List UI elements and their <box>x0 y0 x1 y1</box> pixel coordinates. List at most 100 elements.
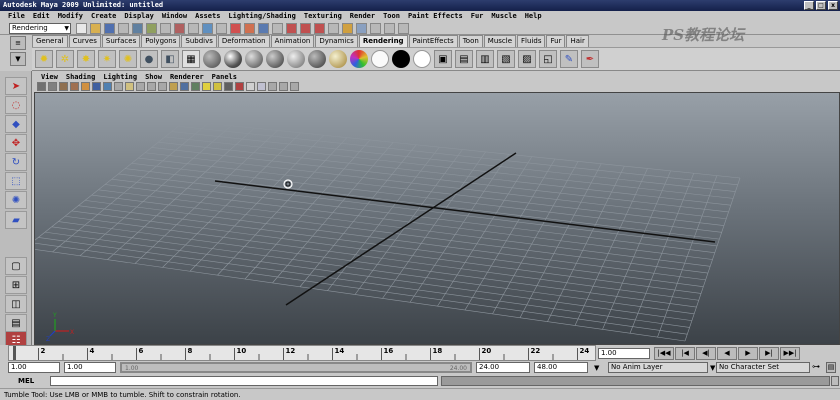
menu-create[interactable]: Create <box>87 11 120 22</box>
menu-modify[interactable]: Modify <box>54 11 87 22</box>
shader-assign-icon[interactable]: ✎ <box>560 50 578 68</box>
shelf-menu-icon[interactable]: ▼ <box>10 52 26 66</box>
lasso-tool-icon[interactable]: ◌ <box>5 96 27 114</box>
lock-icon[interactable] <box>342 23 353 34</box>
rainbow-sphere-icon[interactable] <box>350 50 368 68</box>
tab-muscle[interactable]: Muscle <box>483 35 517 47</box>
panel-menu-panels[interactable]: Panels <box>208 72 241 82</box>
character-set-dropdown[interactable]: No Character Set <box>716 362 810 373</box>
light-link-icon[interactable]: ◱ <box>539 50 557 68</box>
close-button[interactable]: x <box>828 1 838 10</box>
render-layer-icon[interactable]: ▨ <box>518 50 536 68</box>
range-slider[interactable]: 1.00 24.00 <box>120 362 472 373</box>
smooth-shade-icon[interactable] <box>169 82 178 91</box>
image-plane-icon[interactable] <box>70 82 79 91</box>
range-start-field[interactable]: 1.00 <box>8 362 60 373</box>
surface-shader-sphere-icon[interactable] <box>371 50 389 68</box>
snap-curve-icon[interactable] <box>174 23 185 34</box>
ipr-render-icon[interactable] <box>244 23 255 34</box>
tab-hair[interactable]: Hair <box>566 35 589 47</box>
area-light-icon[interactable]: ✺ <box>119 50 137 68</box>
range-slider-handle[interactable]: 1.00 24.00 <box>121 363 471 372</box>
character-set-chevron-icon[interactable]: ▼ <box>710 364 715 372</box>
menu-display[interactable]: Display <box>120 11 158 22</box>
high-quality-icon[interactable] <box>290 82 299 91</box>
go-to-end-button[interactable]: ▶▶| <box>780 347 800 360</box>
lambert-sphere-icon[interactable] <box>203 50 221 68</box>
select-hierarchy-icon[interactable] <box>118 23 129 34</box>
safe-action-icon[interactable] <box>136 82 145 91</box>
render-frame-icon[interactable] <box>230 23 241 34</box>
menu-file[interactable]: File <box>4 11 29 22</box>
hardware-texture-icon[interactable] <box>235 82 244 91</box>
playback-end-field[interactable]: 24.00 <box>476 362 530 373</box>
camera-attr-icon[interactable] <box>48 82 57 91</box>
shadows-icon[interactable] <box>224 82 233 91</box>
rotate-tool-icon[interactable]: ↻ <box>5 153 27 171</box>
magnet-icon-3[interactable] <box>314 23 325 34</box>
tab-painteffects[interactable]: PaintEffects <box>408 35 458 47</box>
layout-two-icon[interactable]: ◫ <box>5 295 27 313</box>
select-component-icon[interactable] <box>146 23 157 34</box>
bookmark-icon[interactable] <box>59 82 68 91</box>
anim-layer-chevron-icon[interactable]: ▼ <box>594 364 599 372</box>
tab-polygons[interactable]: Polygons <box>141 35 181 47</box>
tab-dynamics[interactable]: Dynamics <box>315 35 358 47</box>
outliner-layout-icon[interactable]: ▤ <box>5 314 27 332</box>
magnet-icon-2[interactable] <box>300 23 311 34</box>
tab-curves[interactable]: Curves <box>68 35 101 47</box>
last-tool-icon[interactable]: ▰ <box>5 211 27 229</box>
step-back-frame-button[interactable]: |◀ <box>675 347 695 360</box>
xray-joints-icon[interactable] <box>268 82 277 91</box>
anisotropic-sphere-icon[interactable] <box>287 50 305 68</box>
directional-light-icon[interactable]: ✲ <box>56 50 74 68</box>
tab-rendering[interactable]: Rendering <box>358 35 408 47</box>
snap-plane-icon[interactable] <box>202 23 213 34</box>
black-sphere-icon[interactable] <box>392 50 410 68</box>
snap-grid-icon[interactable] <box>160 23 171 34</box>
layout-single-icon[interactable]: ▢ <box>5 257 27 275</box>
current-time-marker[interactable] <box>13 346 16 360</box>
textured-icon[interactable] <box>191 82 200 91</box>
attribute-editor-icon[interactable] <box>384 23 395 34</box>
mel-toggle-button[interactable]: MEL <box>10 376 48 386</box>
select-object-icon[interactable] <box>132 23 143 34</box>
open-scene-icon[interactable] <box>90 23 101 34</box>
blinn-sphere-icon[interactable] <box>224 50 242 68</box>
paint-select-icon[interactable]: ◆ <box>5 115 27 133</box>
tool-settings-icon[interactable] <box>398 23 409 34</box>
paint-brush-icon[interactable]: ✒ <box>581 50 599 68</box>
minimize-button[interactable]: _ <box>804 1 814 10</box>
panel-menu-renderer[interactable]: Renderer <box>166 72 208 82</box>
white-sphere-icon[interactable] <box>413 50 431 68</box>
tab-surfaces[interactable]: Surfaces <box>101 35 141 47</box>
phonge-sphere-icon[interactable] <box>266 50 284 68</box>
anim-prefs-icon[interactable]: ▤ <box>826 362 836 373</box>
menu-assets[interactable]: Assets <box>191 11 224 22</box>
channel-box-icon[interactable] <box>370 23 381 34</box>
all-lights-icon[interactable] <box>213 82 222 91</box>
history-icon[interactable] <box>216 23 227 34</box>
save-scene-icon[interactable] <box>104 23 115 34</box>
camera-icon[interactable]: ◧ <box>161 50 179 68</box>
resolution-gate-icon[interactable] <box>103 82 112 91</box>
snap-live-icon[interactable] <box>328 23 339 34</box>
render-icon[interactable]: ▤ <box>455 50 473 68</box>
panel-menu-view[interactable]: View <box>37 72 62 82</box>
current-frame-field[interactable]: 1.00 <box>598 348 650 359</box>
ambient-light-icon[interactable]: ✹ <box>35 50 53 68</box>
tab-animation[interactable]: Animation <box>270 35 315 47</box>
menu-toon[interactable]: Toon <box>379 11 404 22</box>
panel-menu-shading[interactable]: Shading <box>62 72 100 82</box>
isolate-select-icon[interactable] <box>246 82 255 91</box>
step-forward-frame-button[interactable]: ▶| <box>759 347 779 360</box>
film-gate-icon[interactable] <box>92 82 101 91</box>
field-chart-icon[interactable] <box>125 82 134 91</box>
new-scene-icon[interactable] <box>76 23 87 34</box>
layered-sphere-icon[interactable] <box>308 50 326 68</box>
wireframe-on-shaded-icon[interactable] <box>180 82 189 91</box>
render-view-icon[interactable] <box>356 23 367 34</box>
snap-point-icon[interactable] <box>188 23 199 34</box>
script-editor-icon[interactable] <box>831 376 839 386</box>
shelf-tab-menu-icon[interactable]: ≡ <box>10 36 26 50</box>
